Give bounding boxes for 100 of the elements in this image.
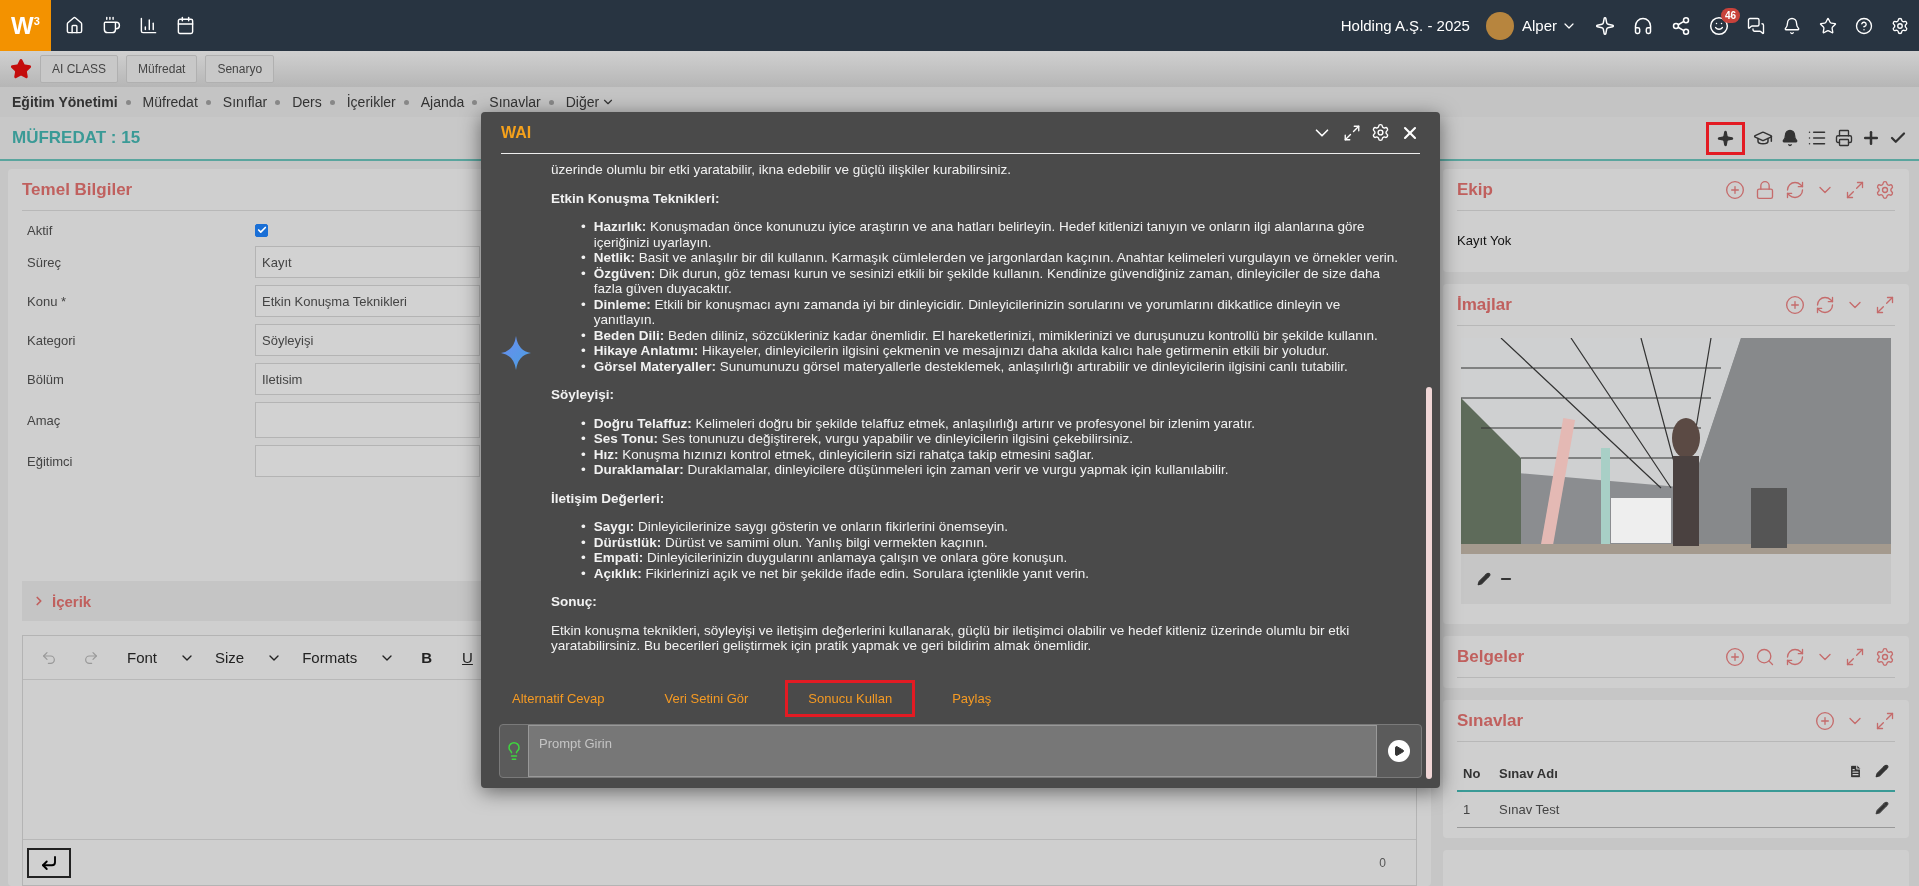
- headset-icon[interactable]: [1633, 15, 1653, 36]
- action-link[interactable]: Sonucu Kullan: [785, 679, 916, 717]
- chat-icon[interactable]: [1747, 16, 1765, 35]
- bullet-item: • Özgüven: Dik durun, göz teması kurun ve sesinizi etkili bir şekilde kullanın. Kendinize güvendiğiniz zaman, dinleyiciler de size daha fazla güven duyacaktır.: [581, 265, 1382, 297]
- bullet-item: • Doğru Telaffuz: Kelimeleri doğru bir şekilde telaffuz etmek, anlaşılırlığı artırır ve profesyonel bir izlenim yaratır.: [581, 415, 1256, 431]
- field-label: Aktif: [26, 222, 54, 238]
- field-label: Eğitimci: [26, 453, 74, 469]
- tab[interactable]: Senaryo: [205, 55, 275, 83]
- scrollbar[interactable]: [1426, 387, 1432, 779]
- panel-title: Ekip: [1457, 179, 1493, 200]
- tab[interactable]: AI CLASS: [40, 55, 119, 83]
- bullet-item: • Dürüstlük: Dürüst ve samimi olun. Yanlış bilgi vermekten kaçının.: [581, 534, 989, 550]
- dropdown-button[interactable]: Formats: [302, 649, 396, 666]
- cup-icon[interactable]: [102, 16, 121, 35]
- breadcrumb-link[interactable]: Ajanda: [420, 94, 465, 110]
- section-heading: Söyleyişi:: [551, 387, 616, 403]
- action-link[interactable]: Paylaş: [929, 679, 1015, 717]
- underline-button[interactable]: U: [462, 649, 473, 666]
- bold-button[interactable]: B: [421, 649, 433, 666]
- panel-title: Temel Bilgiler: [22, 179, 133, 200]
- table-cell: Sınav Test: [1493, 791, 1835, 828]
- list-icon[interactable]: [1807, 128, 1827, 148]
- section-title: İçerik: [52, 592, 92, 610]
- checkbox[interactable]: [255, 223, 268, 237]
- share-icon[interactable]: [1671, 15, 1691, 36]
- sparkle-icon[interactable]: [1717, 129, 1734, 147]
- star-icon[interactable]: [1819, 16, 1837, 35]
- bullet-item: • Hız: Konuşma hızınızı kontrol etmek, dinleyicilerin sizi rahatça takip etmesini sağlar.: [581, 446, 1096, 462]
- breadcrumb-link[interactable]: Sınavlar: [489, 94, 541, 110]
- tab[interactable]: Müfredat: [126, 55, 198, 83]
- pencil-icon[interactable]: [1875, 801, 1889, 815]
- breadcrumb-link[interactable]: Ders: [292, 94, 322, 110]
- empty-message: Kayıt Yok: [1457, 233, 1513, 248]
- input-field[interactable]: [255, 402, 480, 438]
- breadcrumb-root[interactable]: Eğitim Yönetimi: [12, 94, 118, 110]
- bullet-item: • Beden Dili: Beden diliniz, sözcükleriniz kadar önemlidir. El hareketlerinizi, mimiklerinizi ve duruşunuzu kontrollü bir şekilde kullanın.: [581, 327, 1379, 343]
- enter-key-button[interactable]: [27, 847, 71, 878]
- section-heading: Sonuç:: [551, 594, 598, 610]
- bullet-item: • Dinleme: Etkili bir konuşmacı aynı zamanda iyi bir dinleyicidir. Dinleyicilerinizin sorularını ve yorumlarını dikkatlice dinleyin ve yanıtlayın.: [581, 296, 1342, 328]
- bullet-item: • Açıklık: Fikirlerinizi açık ve net bir şekilde ifade edin. Sorulara içtenlikle yanıt verin.: [581, 565, 1090, 581]
- panel-title: İmajlar: [1457, 294, 1512, 315]
- page-title: MÜFREDAT : 15: [12, 128, 141, 148]
- calendar-icon[interactable]: [176, 16, 195, 35]
- company-name[interactable]: Holding A.Ş. - 2025: [1340, 17, 1470, 34]
- plus-icon[interactable]: [1861, 128, 1881, 148]
- action-link[interactable]: Alternatif Cevap: [489, 679, 628, 717]
- notification-badge: 46: [1721, 7, 1741, 23]
- graduation-cap-icon[interactable]: [1753, 128, 1773, 148]
- play-icon: [1393, 745, 1405, 757]
- breadcrumb-link[interactable]: İçerikler: [346, 94, 396, 110]
- input-field[interactable]: Iletisim: [255, 363, 480, 395]
- bar-chart-icon[interactable]: [139, 16, 158, 35]
- home-icon[interactable]: [65, 16, 84, 35]
- panel-title: Sınavlar: [1457, 710, 1524, 731]
- menu-link[interactable]: Diğer: [565, 94, 616, 110]
- bullet-item: • Duraklamalar: Duraklamalar, dinleyicilere düşünmeleri için zaman verir ve vurgu yapmak için kullanılabilir.: [581, 462, 1230, 478]
- avatar[interactable]: [1485, 11, 1514, 40]
- field-label: Amaç: [26, 412, 62, 428]
- field-label: Bölüm: [26, 371, 65, 387]
- input-field[interactable]: [255, 445, 480, 477]
- column-header: Sınav Adı: [1493, 756, 1835, 791]
- field-label: Konu *: [26, 293, 68, 309]
- breadcrumb-link[interactable]: Sınıflar: [222, 94, 268, 110]
- favorite-star-icon[interactable]: [10, 58, 32, 80]
- input-field[interactable]: Kayıt: [255, 246, 480, 278]
- sparkle-icon: [501, 336, 531, 370]
- panel-title: Belgeler: [1457, 646, 1525, 667]
- bullet-item: • Hikaye Anlatımı: Hikayeler, dinleyicilerin ilgisini çekmenin ve mesajınızı daha akılda kalıcı hale getirmenin etkili bir yoludur.: [581, 343, 1331, 359]
- input-field[interactable]: Etkin Konuşma Teknikleri: [255, 285, 480, 317]
- bell-icon[interactable]: [1783, 16, 1801, 35]
- bullet-item: • Netlik: Basit ve anlaşılır bir dil kullanın. Karmaşık cümlelerden ve jargonlardan kaçının. Anahtar kelimeleri vurgulayın ve örnekler verin.: [581, 250, 1400, 266]
- character-counter: 0: [1379, 855, 1386, 870]
- pencil-icon[interactable]: [1875, 764, 1889, 778]
- print-icon[interactable]: [1835, 129, 1853, 147]
- user-name[interactable]: Alper: [1521, 17, 1557, 34]
- bullet-item: • Saygı: Dinleyicilerinize saygı gösterin ve onların fikirlerini önemseyin.: [581, 519, 1009, 535]
- field-label: Süreç: [26, 254, 62, 270]
- pencil-icon[interactable]: [1477, 572, 1491, 586]
- response-text: üzerinde olumlu bir etki yaratabilir, ikna edebilir ve güçlü ilişkiler kurabilirsiniz.: [551, 162, 1012, 178]
- column-header: No: [1457, 756, 1493, 791]
- section-heading: Etkin Konuşma Teknikleri:: [551, 190, 721, 206]
- input-field[interactable]: Söyleyişi: [255, 324, 480, 356]
- table-cell: 1: [1457, 791, 1493, 828]
- expand-icon[interactable]: [1343, 123, 1361, 142]
- breadcrumb-link[interactable]: Müfredat: [142, 94, 198, 110]
- section-heading: İletişim Değerleri:: [551, 490, 666, 506]
- document-icon[interactable]: [1848, 764, 1863, 779]
- field-label: Kategori: [26, 332, 77, 348]
- help-icon[interactable]: [1855, 16, 1873, 35]
- prompt-input[interactable]: Prompt Girin: [528, 725, 1377, 777]
- bullet-item: • Görsel Materyaller: Sunumunuzu görsel materyallerle desteklemek, anlaşılırlığı artırabilir ve dinleyicilerin ilgisini canlı tutabilir.: [581, 358, 1349, 374]
- dropdown-button[interactable]: Font: [127, 649, 195, 666]
- bullet-item: • Ses Tonu: Ses tonunuzu değiştirerek, vurgu yapabilir ve dinleyicilerin ilgisini çekebilirsiniz.: [581, 431, 1134, 447]
- bullet-item: • Hazırlık: Konuşmadan önce konunuzu iyice araştırın ve ana hatları belirleyin. Hedef kitlenizi tanıyın ve onların ilgi alanlarına göre içeriğinizi uyarlayın.: [581, 219, 1366, 250]
- action-link[interactable]: Veri Setini Gör: [641, 679, 772, 717]
- bell-icon[interactable]: [1781, 129, 1799, 147]
- bullet-item: • Empati: Dinleyicilerinizin duygularını anlamaya çalışın ve onlara göre konuşun.: [581, 550, 1069, 566]
- enter-icon: [40, 853, 58, 872]
- dropdown-button[interactable]: Size: [215, 649, 283, 666]
- dialog-title: WAI: [501, 123, 533, 142]
